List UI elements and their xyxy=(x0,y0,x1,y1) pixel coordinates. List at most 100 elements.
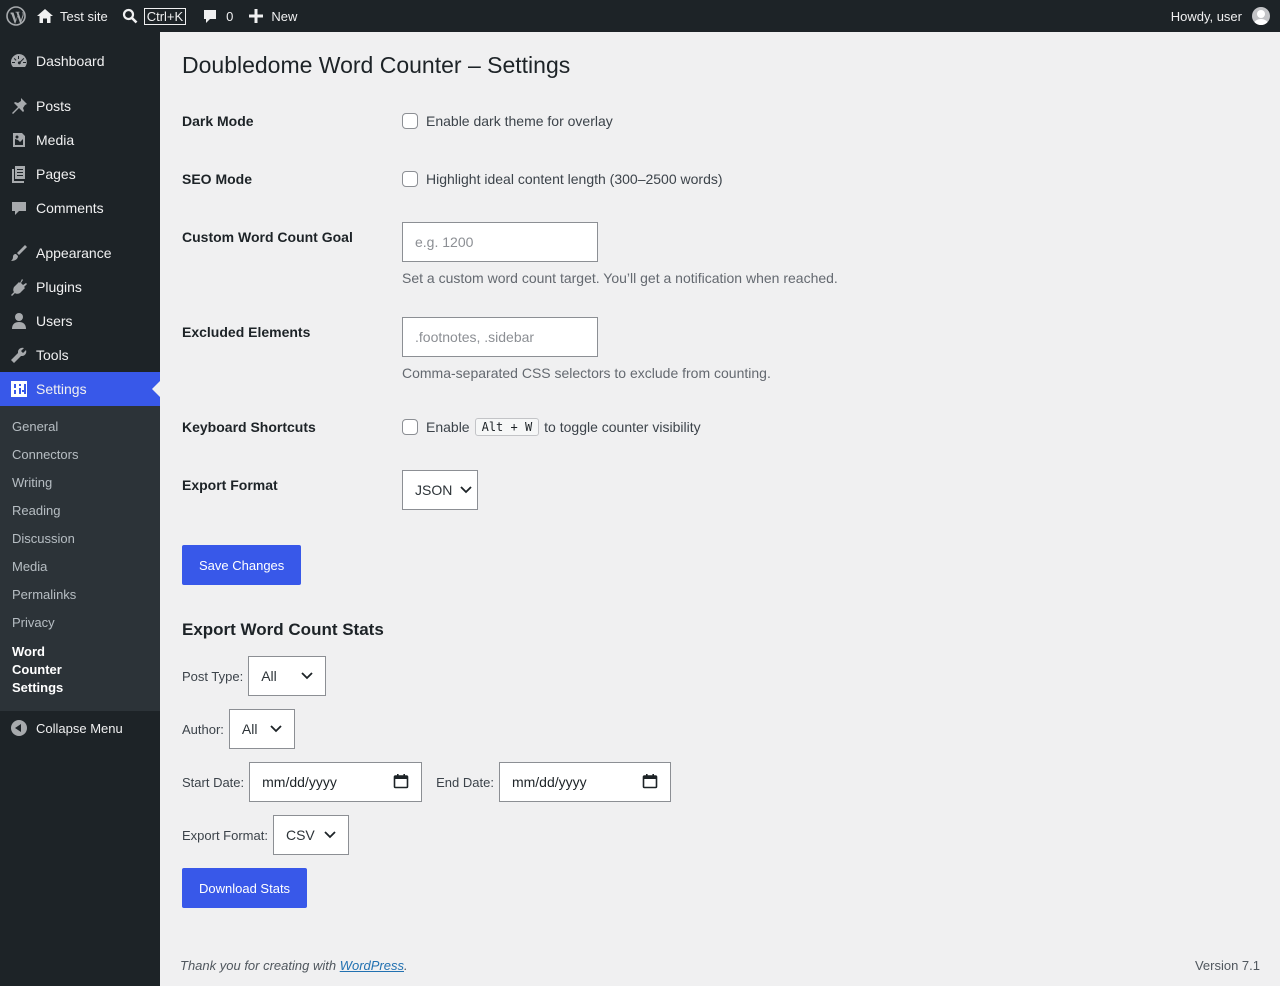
sidebar-item-label: Dashboard xyxy=(36,53,105,69)
dashboard-icon xyxy=(10,52,28,70)
excluded-elements-label: Excluded Elements xyxy=(182,324,311,340)
seo-mode-label: SEO Mode xyxy=(182,171,253,187)
settings-submenu: General Connectors Writing Reading Discu… xyxy=(0,406,160,711)
export-format-value: JSON xyxy=(415,482,453,498)
footer-thanks-suffix: . xyxy=(404,958,408,973)
keyboard-shortcuts-label: Keyboard Shortcuts xyxy=(182,419,316,435)
settings-icon xyxy=(10,380,28,398)
sidebar-item-appearance[interactable]: Appearance xyxy=(0,236,160,270)
submenu-item-discussion[interactable]: Discussion xyxy=(0,525,160,553)
comments-link[interactable]: 0 xyxy=(194,0,241,32)
dark-mode-option: Enable dark theme for overlay xyxy=(402,112,613,130)
chevron-down-icon xyxy=(301,672,313,680)
word-goal-description: Set a custom word count target. You’ll g… xyxy=(402,270,838,286)
collapse-icon xyxy=(10,719,28,737)
page-title: Doubledome Word Counter – Settings xyxy=(182,52,571,78)
author-select[interactable]: All xyxy=(228,709,295,749)
excluded-elements-description: Comma-separated CSS selectors to exclude… xyxy=(402,365,771,381)
chevron-down-icon xyxy=(460,486,472,494)
calendar-icon[interactable] xyxy=(642,773,658,792)
excluded-elements-input[interactable] xyxy=(402,317,598,357)
seo-mode-option: Highlight ideal content length (300–2500… xyxy=(402,170,723,188)
submenu-item-permalinks[interactable]: Permalinks xyxy=(0,581,160,609)
sidebar-item-media[interactable]: Media xyxy=(0,123,160,157)
keyboard-shortcuts-prefix: Enable xyxy=(426,419,470,435)
seo-mode-checkbox[interactable] xyxy=(402,171,418,187)
site-name-label: Test site xyxy=(60,8,108,24)
collapse-menu-label: Collapse Menu xyxy=(36,720,123,736)
keyboard-shortcut-key: Alt + W xyxy=(474,418,540,436)
author-row: Author: All xyxy=(182,709,295,749)
sidebar-item-posts[interactable]: Posts xyxy=(0,89,160,123)
sidebar-item-label: Tools xyxy=(36,347,69,363)
submenu-item-general[interactable]: General xyxy=(0,413,160,441)
export-stats-heading: Export Word Count Stats xyxy=(182,620,384,639)
plus-icon xyxy=(249,9,264,23)
sidebar-item-pages[interactable]: Pages xyxy=(0,157,160,191)
main-content: Doubledome Word Counter – Settings Dark … xyxy=(160,32,1280,986)
start-date-input[interactable]: mm/dd/yyyy xyxy=(249,762,423,802)
post-type-value: All xyxy=(261,668,277,684)
sidebar-item-tools[interactable]: Tools xyxy=(0,338,160,372)
pin-icon xyxy=(10,97,28,115)
sidebar-item-label: Users xyxy=(36,313,73,329)
admin-footer: Thank you for creating with WordPress. V… xyxy=(180,958,1260,973)
avatar xyxy=(1252,7,1270,25)
my-account-menu[interactable]: Howdy, user xyxy=(1171,0,1280,32)
save-changes-button[interactable]: Save Changes xyxy=(182,545,302,585)
media-icon xyxy=(10,131,28,149)
sidebar-item-comments[interactable]: Comments xyxy=(0,191,160,225)
home-icon xyxy=(37,9,53,23)
submenu-item-media[interactable]: Media xyxy=(0,553,160,581)
submenu-item-connectors[interactable]: Connectors xyxy=(0,441,160,469)
post-type-select[interactable]: All xyxy=(248,656,327,696)
collapse-menu-button[interactable]: Collapse Menu xyxy=(0,711,160,745)
word-goal-input[interactable] xyxy=(402,222,598,262)
export-format-stats-value: CSV xyxy=(285,827,315,843)
export-format-select[interactable]: JSON xyxy=(402,470,478,510)
pages-icon xyxy=(10,165,28,183)
end-date-value: mm/dd/yyyy xyxy=(511,774,587,790)
user-icon xyxy=(10,312,28,330)
wordpress-link[interactable]: WordPress xyxy=(340,958,404,973)
admin-bar: Test site Ctrl+K 0 New Howdy, user xyxy=(0,0,1280,32)
keyboard-shortcuts-suffix: to toggle counter visibility xyxy=(544,419,701,435)
search-button[interactable]: Ctrl+K xyxy=(116,0,194,32)
export-format-stats-label: Export Format: xyxy=(182,827,268,843)
word-goal-label: Custom Word Count Goal xyxy=(182,229,353,245)
author-value: All xyxy=(241,721,258,737)
submenu-item-reading[interactable]: Reading xyxy=(0,497,160,525)
keyboard-shortcuts-checkbox[interactable] xyxy=(402,419,418,435)
submenu-item-privacy[interactable]: Privacy xyxy=(0,609,160,637)
sidebar-item-plugins[interactable]: Plugins xyxy=(0,270,160,304)
date-range-row: Start Date: mm/dd/yyyy End Date: mm/dd/y… xyxy=(182,762,671,802)
new-label: New xyxy=(271,8,298,24)
sidebar-item-label: Appearance xyxy=(36,245,112,261)
calendar-icon[interactable] xyxy=(393,773,409,792)
footer-thanks-prefix: Thank you for creating with xyxy=(180,958,337,973)
sidebar-item-dashboard[interactable]: Dashboard xyxy=(0,44,160,78)
sidebar-item-users[interactable]: Users xyxy=(0,304,160,338)
wordpress-logo-button[interactable] xyxy=(0,0,32,32)
footer-version: Version 7.1 xyxy=(1194,958,1260,973)
start-date-label: Start Date: xyxy=(182,774,245,790)
export-format-label: Export Format xyxy=(182,477,278,493)
admin-sidebar: Dashboard Posts Media Pages Comments App… xyxy=(0,32,160,986)
export-format-stats-select[interactable]: CSV xyxy=(272,815,349,855)
post-type-label: Post Type: xyxy=(182,668,244,684)
dark-mode-checkbox[interactable] xyxy=(402,113,418,129)
comments-count: 0 xyxy=(226,8,234,24)
sidebar-item-label: Posts xyxy=(36,98,72,114)
sidebar-item-settings[interactable]: Settings xyxy=(0,372,160,406)
seo-mode-checkbox-label: Highlight ideal content length (300–2500… xyxy=(426,171,723,187)
keyboard-shortcuts-option: Enable Alt + W to toggle counter visibil… xyxy=(402,418,902,436)
site-name-link[interactable]: Test site xyxy=(32,0,116,32)
dark-mode-label: Dark Mode xyxy=(182,113,254,129)
submenu-item-word-counter-settings[interactable]: Word Counter Settings xyxy=(0,637,110,703)
chevron-down-icon xyxy=(324,831,336,839)
wrench-icon xyxy=(10,346,28,364)
submenu-item-writing[interactable]: Writing xyxy=(0,469,160,497)
download-stats-button[interactable]: Download Stats xyxy=(182,868,308,908)
new-content-button[interactable]: New xyxy=(241,0,305,32)
end-date-input[interactable]: mm/dd/yyyy xyxy=(498,762,671,802)
